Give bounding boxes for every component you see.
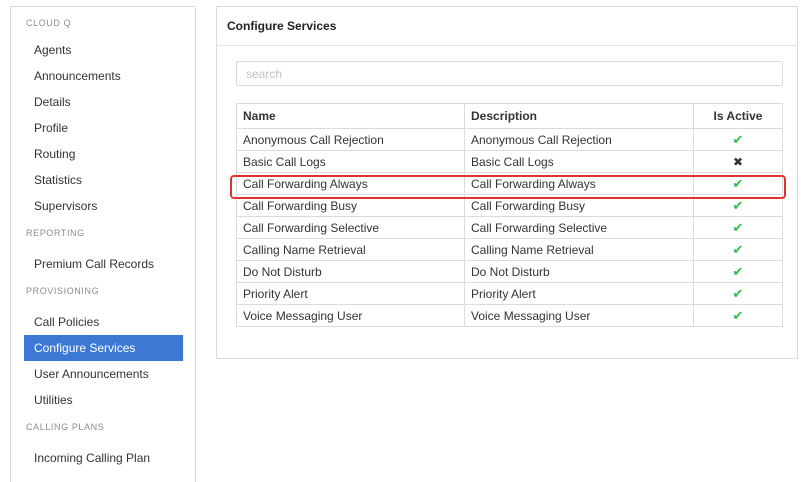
is-active-cell[interactable]: ✖ [693, 150, 783, 173]
sidebar-nav: CLOUD Q Agents Announcements Details Pro… [10, 6, 196, 482]
is-active-cell[interactable]: ✔ [693, 194, 783, 217]
check-icon: ✔ [732, 285, 744, 301]
service-description-cell: Do Not Disturb [464, 260, 694, 283]
check-icon: ✔ [732, 219, 744, 235]
sidebar-item-configure-services[interactable]: Configure Services [24, 335, 183, 361]
service-name-cell: Call Forwarding Selective [236, 216, 465, 239]
search-input[interactable] [236, 61, 783, 86]
sidebar-item-details[interactable]: Details [24, 89, 183, 115]
service-description-cell: Call Forwarding Always [464, 172, 694, 195]
sidebar-item-incoming-calling-plan[interactable]: Incoming Calling Plan [24, 445, 183, 471]
service-name-cell: Call Forwarding Busy [236, 194, 465, 217]
sidebar-item-premium-call-records[interactable]: Premium Call Records [24, 251, 183, 277]
column-header-is-active[interactable]: Is Active [693, 103, 783, 129]
table-row[interactable]: Call Forwarding Busy Call Forwarding Busy… [236, 194, 783, 217]
table-row[interactable]: Voice Messaging User Voice Messaging User… [236, 304, 783, 327]
section-reporting: REPORTING [26, 228, 85, 238]
check-icon: ✔ [732, 307, 744, 323]
table-row[interactable]: Anonymous Call Rejection Anonymous Call R… [236, 128, 783, 151]
column-header-name[interactable]: Name [236, 103, 465, 129]
sidebar-item-profile[interactable]: Profile [24, 115, 183, 141]
is-active-cell[interactable]: ✔ [693, 238, 783, 261]
is-active-cell[interactable]: ✔ [693, 282, 783, 305]
table-row[interactable]: Calling Name Retrieval Calling Name Retri… [236, 238, 783, 261]
table-row[interactable]: Call Forwarding Always Call Forwarding Al… [236, 172, 783, 195]
service-description-cell: Calling Name Retrieval [464, 238, 694, 261]
section-cloud-q: CLOUD Q [26, 18, 72, 28]
section-provisioning: PROVISIONING [26, 286, 100, 296]
column-header-description[interactable]: Description [464, 103, 694, 129]
check-icon: ✔ [732, 241, 744, 257]
sidebar-item-routing[interactable]: Routing [24, 141, 183, 167]
table-row[interactable]: Do Not Disturb Do Not Disturb ✔ [236, 260, 783, 283]
service-description-cell: Basic Call Logs [464, 150, 694, 173]
is-active-cell[interactable]: ✔ [693, 128, 783, 151]
service-name-cell: Anonymous Call Rejection [236, 128, 465, 151]
configure-services-panel: Configure Services Name Description Is A… [216, 6, 798, 359]
sidebar-item-call-policies[interactable]: Call Policies [24, 309, 183, 335]
service-description-cell: Anonymous Call Rejection [464, 128, 694, 151]
service-description-cell: Priority Alert [464, 282, 694, 305]
section-calling-plans: CALLING PLANS [26, 422, 105, 432]
sidebar-item-utilities[interactable]: Utilities [24, 387, 183, 413]
service-description-cell: Voice Messaging User [464, 304, 694, 327]
is-active-cell[interactable]: ✔ [693, 172, 783, 195]
service-name-cell: Do Not Disturb [236, 260, 465, 283]
sidebar-item-supervisors[interactable]: Supervisors [24, 193, 183, 219]
sidebar-item-user-announcements[interactable]: User Announcements [24, 361, 183, 387]
service-name-cell: Basic Call Logs [236, 150, 465, 173]
check-icon: ✔ [732, 175, 744, 191]
service-description-cell: Call Forwarding Busy [464, 194, 694, 217]
service-name-cell: Call Forwarding Always [236, 172, 465, 195]
sidebar-item-agents[interactable]: Agents [24, 37, 183, 63]
table-header-row: Name Description Is Active [236, 103, 783, 129]
check-icon: ✔ [732, 131, 744, 147]
services-table: Name Description Is Active Anonymous Cal… [236, 103, 783, 327]
check-icon: ✔ [732, 263, 744, 279]
service-name-cell: Priority Alert [236, 282, 465, 305]
sidebar-item-statistics[interactable]: Statistics [24, 167, 183, 193]
service-name-cell: Voice Messaging User [236, 304, 465, 327]
sidebar-item-announcements[interactable]: Announcements [24, 63, 183, 89]
table-row[interactable]: Basic Call Logs Basic Call Logs ✖ [236, 150, 783, 173]
check-icon: ✔ [732, 197, 744, 213]
service-description-cell: Call Forwarding Selective [464, 216, 694, 239]
service-name-cell: Calling Name Retrieval [236, 238, 465, 261]
is-active-cell[interactable]: ✔ [693, 260, 783, 283]
panel-title: Configure Services [217, 7, 797, 46]
cross-icon: ✖ [732, 154, 744, 169]
table-row[interactable]: Priority Alert Priority Alert ✔ [236, 282, 783, 305]
is-active-cell[interactable]: ✔ [693, 304, 783, 327]
table-row[interactable]: Call Forwarding Selective Call Forwarding… [236, 216, 783, 239]
is-active-cell[interactable]: ✔ [693, 216, 783, 239]
